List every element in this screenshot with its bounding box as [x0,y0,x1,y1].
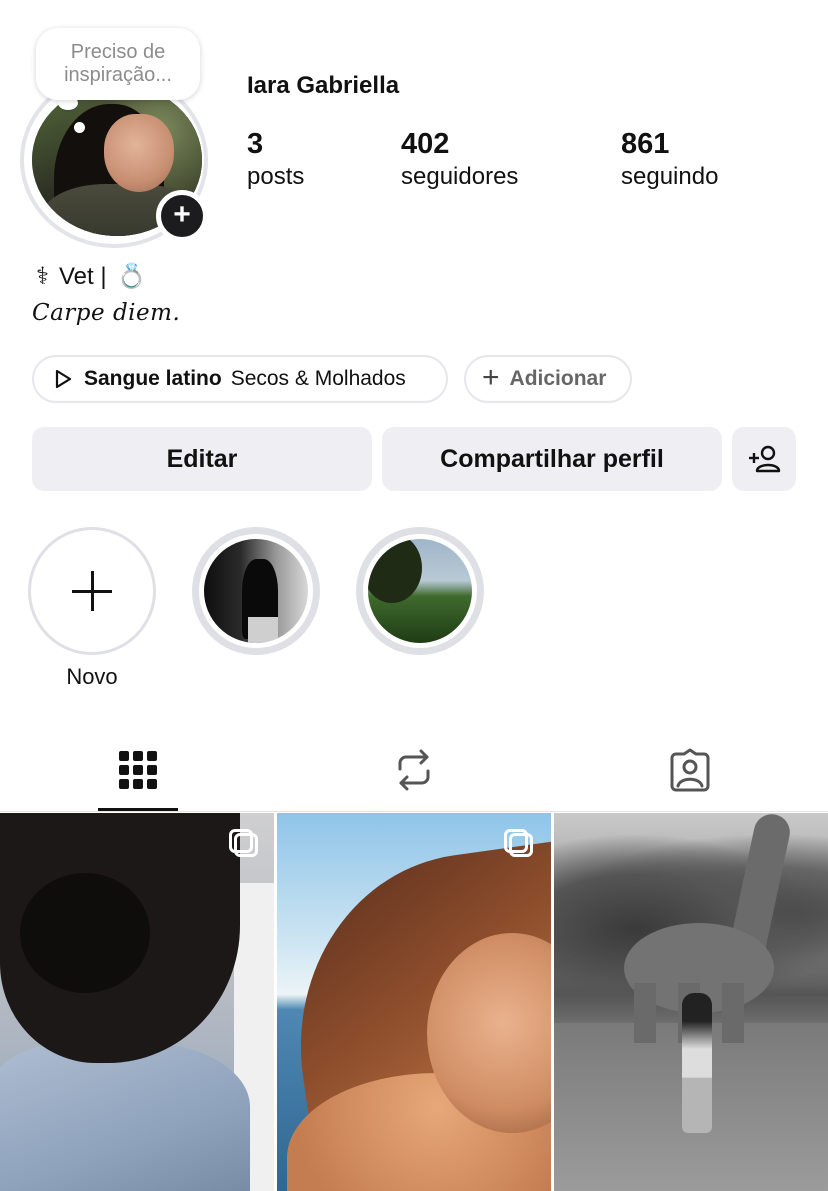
profile-tabs [0,728,828,812]
highlight-item[interactable] [356,527,484,655]
profile-music-chip[interactable]: Sangue latino Secos & Molhados [32,355,448,403]
followers-label: seguidores [401,163,519,190]
tagged-icon [670,748,710,792]
discover-people-button[interactable] [732,427,796,491]
post-thumbnail[interactable] [277,813,551,1191]
profile-name: Iara Gabriella [247,72,400,99]
carousel-icon [228,829,258,859]
note-bubble[interactable]: Preciso de inspiração... [36,28,200,100]
song-artist: Secos & Molhados [230,367,406,390]
carousel-icon [503,829,533,859]
caduceus-icon: ⚕ [36,263,49,290]
add-label: Adicionar [509,367,607,390]
post-thumbnail[interactable] [0,813,274,1191]
active-tab-indicator [98,808,178,811]
followers-count: 402 [401,128,450,160]
grid-icon [119,751,157,789]
song-title: Sangue latino [84,367,222,390]
add-person-icon [749,445,781,473]
bio-line-1: ⚕ Vet | 💍 [36,262,146,291]
note-text: Preciso de inspiração... [64,41,172,86]
share-profile-button[interactable]: Compartilhar perfil [382,427,722,491]
following-stat[interactable]: 861 seguindo [621,126,718,192]
posts-grid [0,813,828,1191]
repost-icon [398,749,430,791]
posts-stat[interactable]: 3 posts [247,126,304,192]
play-icon [55,369,72,389]
bio-line-2: Carpe diem. [32,300,181,326]
add-story-button[interactable]: + [156,190,208,242]
add-link-chip[interactable]: + Adicionar [464,355,632,403]
note-bubble-tail-dot [74,122,85,133]
followers-stat[interactable]: 402 seguidores [401,126,518,192]
following-count: 861 [621,128,670,160]
post-thumbnail[interactable] [554,813,828,1191]
plus-icon: + [173,198,191,231]
following-label: seguindo [621,163,719,190]
plus-icon: + [482,360,500,394]
edit-profile-button[interactable]: Editar [32,427,372,491]
plus-icon [72,571,112,611]
new-highlight-button[interactable] [28,527,156,655]
posts-label: posts [247,163,305,190]
tab-tagged[interactable] [650,728,730,812]
posts-count: 3 [247,128,264,160]
highlight-item[interactable] [192,527,320,655]
tab-posts-grid[interactable] [98,728,178,812]
tab-reposts[interactable] [374,728,454,812]
new-highlight-label: Novo [66,664,118,689]
ring-icon: 💍 [116,263,147,290]
bio-text: Vet | [58,262,107,290]
